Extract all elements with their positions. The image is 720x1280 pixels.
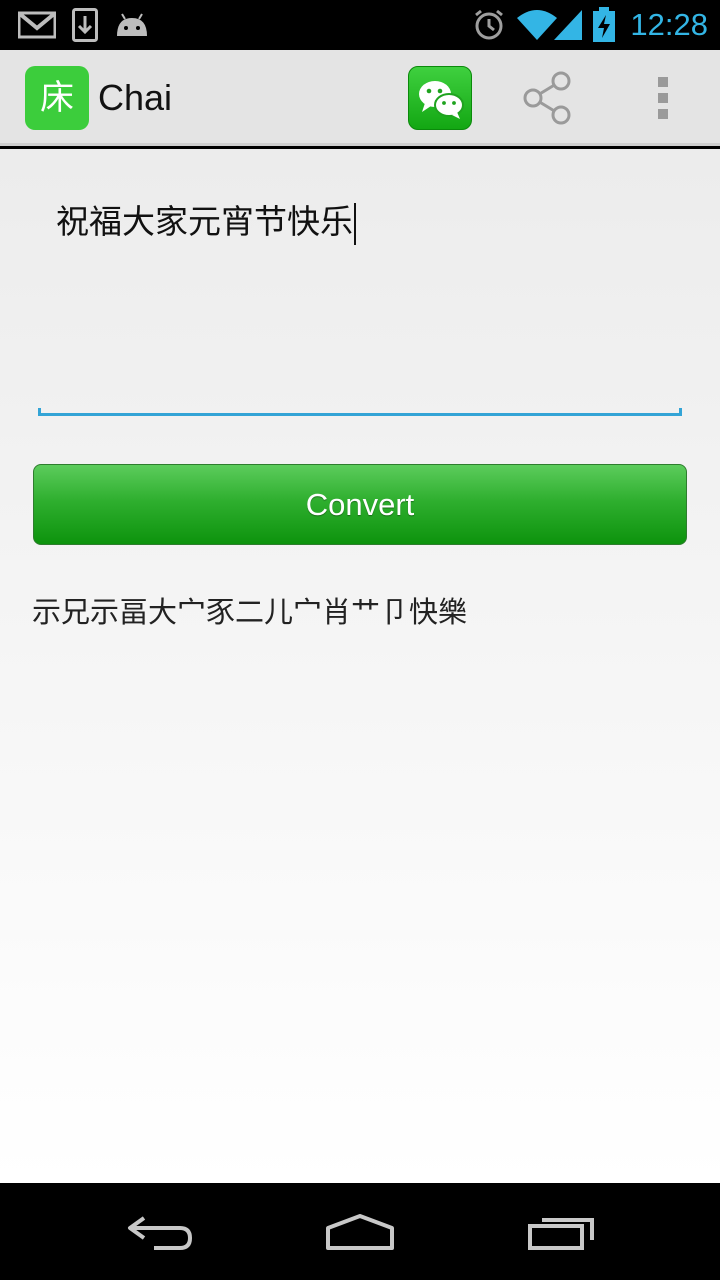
alarm-icon — [472, 0, 506, 50]
main-content: 祝福大家元宵节快乐 Convert 示兄示畐大宀豕二儿宀肖艹卩快樂 — [0, 149, 720, 1183]
share-button[interactable] — [520, 70, 576, 126]
status-bar: 12:28 — [0, 0, 720, 50]
action-bar: 床 Chai — [0, 50, 720, 146]
share-icon — [523, 71, 571, 125]
overflow-menu-button[interactable] — [640, 70, 688, 126]
signal-icon — [552, 0, 584, 50]
battery-charging-icon — [592, 0, 616, 50]
recent-apps-icon — [528, 1217, 594, 1250]
back-icon — [128, 1215, 193, 1250]
text-input-value: 祝福大家元宵节快乐 — [56, 202, 353, 241]
back-button[interactable] — [110, 1183, 210, 1280]
text-input-underline — [38, 408, 682, 416]
converted-output: 示兄示畐大宀豕二儿宀肖艹卩快樂 — [32, 595, 468, 629]
android-icon — [114, 0, 150, 50]
wechat-share-button[interactable] — [408, 66, 472, 130]
home-icon — [326, 1213, 394, 1250]
app-title: Chai — [98, 77, 173, 118]
text-input[interactable]: 祝福大家元宵节快乐 — [56, 195, 356, 245]
gmail-icon — [18, 0, 56, 50]
wechat-icon — [419, 81, 464, 119]
status-bar-clock: 12:28 — [630, 7, 708, 42]
recent-apps-button[interactable] — [512, 1183, 612, 1280]
overflow-menu-icon — [658, 77, 668, 119]
app-logo-icon[interactable]: 床 — [25, 66, 89, 130]
navigation-bar — [0, 1183, 720, 1280]
download-icon — [72, 0, 98, 50]
home-button[interactable] — [310, 1183, 410, 1280]
convert-button[interactable]: Convert — [33, 464, 687, 545]
text-cursor — [354, 202, 356, 245]
